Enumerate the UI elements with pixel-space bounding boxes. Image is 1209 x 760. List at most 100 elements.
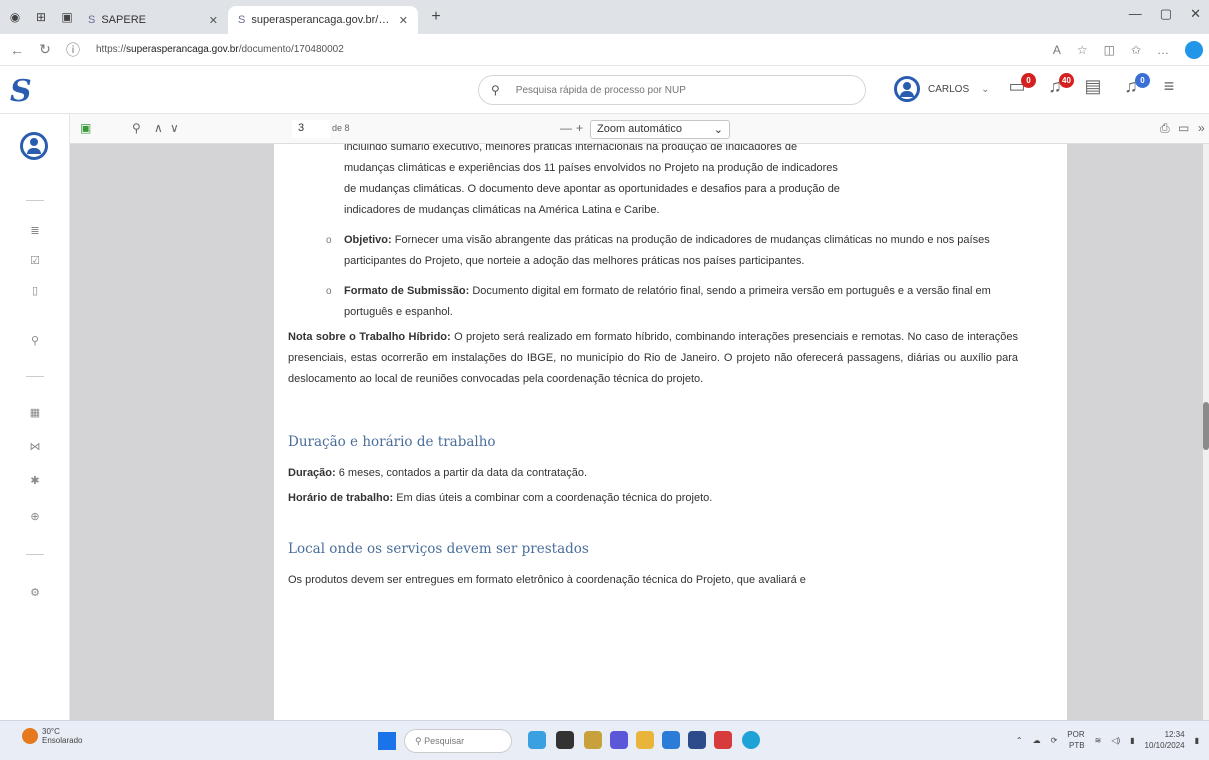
profile-icon[interactable]: ◉ xyxy=(4,6,26,28)
grid-icon[interactable]: ▦ xyxy=(28,406,42,420)
intro-line: de mudanças climáticas. O documento deve… xyxy=(344,183,840,195)
user-menu[interactable]: CARLOS ⌄ xyxy=(894,76,990,102)
workspaces-icon[interactable]: ⊞ xyxy=(30,6,52,28)
maximize-icon[interactable]: ▢ xyxy=(1160,6,1172,22)
battery-icon[interactable]: ▮ xyxy=(1130,736,1134,745)
list-icon[interactable]: ≣ xyxy=(28,224,42,238)
sync-icon[interactable]: ⟳ xyxy=(1051,736,1058,745)
tab-actions-icon[interactable]: ▣ xyxy=(56,6,78,28)
pdf-toolbar: ▣ ⚲ ∧ ∨ 3 de 8 — + Zoom automático ⌄ ⎙ ▭… xyxy=(70,114,1209,144)
messages-icon[interactable]: ♫ 0 xyxy=(1120,73,1150,102)
header-icons: ▭ 0 ♫ 40 ▤ ♫ 0 ≡ xyxy=(1006,73,1180,102)
file-explorer-icon[interactable] xyxy=(584,731,602,749)
intro-line: indicadores de mudanças climáticas na Am… xyxy=(344,204,660,216)
language-indicator[interactable]: POR PTB xyxy=(1067,729,1084,751)
print-icon[interactable]: ⎙ xyxy=(1160,121,1170,136)
search-icon[interactable]: ⚲ xyxy=(491,83,500,97)
notifications-icon[interactable]: ♫ 40 xyxy=(1044,73,1074,102)
info-icon[interactable]: ⊕ xyxy=(28,510,42,524)
taskbar-search[interactable]: ⚲ Pesquisar xyxy=(404,729,512,753)
menu-icon[interactable]: ≡ xyxy=(1158,76,1180,102)
wifi-icon[interactable]: ≋ xyxy=(1095,736,1102,745)
refresh-icon[interactable]: ↻ xyxy=(34,41,56,58)
search-icon[interactable]: ⚲ xyxy=(28,334,42,348)
widgets-icon[interactable] xyxy=(528,731,546,749)
chevron-up-icon[interactable]: ⌃ xyxy=(1016,736,1023,745)
next-page-icon[interactable]: ∨ xyxy=(170,121,179,135)
split-screen-icon[interactable]: ◫ xyxy=(1104,43,1115,57)
tab-sapere[interactable]: S SAPERE ✕ xyxy=(78,6,228,34)
sidebar-divider xyxy=(26,554,44,555)
copilot-icon[interactable] xyxy=(1185,41,1203,59)
section-heading-duration: Duração e horário de trabalho xyxy=(288,434,496,450)
close-window-icon[interactable]: ✕ xyxy=(1190,6,1201,22)
process-search-input[interactable] xyxy=(515,84,816,96)
back-icon[interactable]: ← xyxy=(6,42,28,58)
pdf-viewport[interactable]: incluindo sumário executivo, melhores pr… xyxy=(70,144,1203,720)
documents-icon[interactable]: ▤ xyxy=(1082,76,1104,102)
weather-desc: Ensolarado xyxy=(42,736,83,745)
star-icon[interactable]: ✱ xyxy=(28,474,42,488)
close-tab-icon[interactable]: ✕ xyxy=(209,14,218,27)
taskbar-search-label: Pesquisar xyxy=(424,736,465,746)
minimize-icon[interactable]: — xyxy=(1129,6,1142,22)
teams-icon[interactable] xyxy=(610,731,628,749)
format-label: Formato de Submissão: xyxy=(344,285,470,297)
processes-badge: 0 xyxy=(1021,73,1036,88)
tab-document[interactable]: S superasperancaga.gov.br/documen ✕ xyxy=(228,6,418,34)
close-tab-icon[interactable]: ✕ xyxy=(399,14,408,27)
weather-sun-icon xyxy=(22,728,38,744)
process-search-box[interactable]: ⚲ xyxy=(478,75,866,105)
note-label: Nota sobre o Trabalho Híbrido: xyxy=(288,331,451,343)
volume-icon[interactable]: ◁) xyxy=(1111,736,1120,745)
url-field[interactable]: https://superasperancaga.gov.br/document… xyxy=(96,44,344,55)
folder-icon[interactable] xyxy=(636,731,654,749)
office-icon[interactable] xyxy=(714,731,732,749)
weather-widget[interactable]: 30°C Ensolarado xyxy=(22,727,82,745)
outlook-icon[interactable] xyxy=(688,731,706,749)
more-icon[interactable]: … xyxy=(1157,43,1169,57)
scrollbar-thumb[interactable] xyxy=(1203,402,1209,450)
edge-icon[interactable] xyxy=(742,731,760,749)
taskbar: 30°C Ensolarado ⚲ Pesquisar ⌃ ☁ ⟳ POR PTB … xyxy=(0,720,1209,760)
folder-icon[interactable]: ▯ xyxy=(28,284,42,298)
sidebar-toggle-icon[interactable]: ▣ xyxy=(80,121,91,135)
duration-line: Duração: 6 meses, contados a partir da d… xyxy=(288,463,1018,484)
system-tray: ⌃ ☁ ⟳ POR PTB ≋ ◁) ▮ 12:34 10/10/2024 ▮ xyxy=(1016,729,1199,751)
previous-page-icon[interactable]: ∧ xyxy=(154,121,163,135)
user-name: CARLOS xyxy=(928,83,970,95)
favorite-icon[interactable]: ☆ xyxy=(1077,43,1088,57)
zoom-select[interactable]: Zoom automático ⌄ xyxy=(590,120,730,139)
site-info-icon[interactable]: ⓘ xyxy=(62,40,84,60)
save-icon[interactable]: ▭ xyxy=(1178,121,1189,135)
processes-icon[interactable]: ▭ 0 xyxy=(1006,73,1036,102)
new-tab-button[interactable]: + xyxy=(424,8,448,26)
task-view-icon[interactable] xyxy=(556,731,574,749)
gear-icon[interactable]: ⚙ xyxy=(28,586,42,600)
windows-start-icon[interactable] xyxy=(378,732,396,750)
notifications-icon[interactable]: ▮ xyxy=(1195,736,1199,745)
objective-label: Objetivo: xyxy=(344,234,392,246)
profile-avatar-icon[interactable] xyxy=(20,132,48,160)
clock[interactable]: 12:34 10/10/2024 xyxy=(1145,729,1185,751)
zoom-out-button[interactable]: — xyxy=(560,121,572,135)
onedrive-icon[interactable]: ☁ xyxy=(1033,736,1041,745)
checklist-icon[interactable]: ☑ xyxy=(28,254,42,268)
read-aloud-icon[interactable]: A xyxy=(1053,43,1061,57)
find-icon[interactable]: ⚲ xyxy=(132,121,141,135)
zoom-in-button[interactable]: + xyxy=(576,121,583,135)
store-icon[interactable] xyxy=(662,731,680,749)
favorites-bar-icon[interactable]: ✩ xyxy=(1131,43,1141,57)
weather-text: 30°C Ensolarado xyxy=(42,727,82,745)
lang-sub: PTB xyxy=(1069,741,1085,750)
page-number-input[interactable]: 3 xyxy=(292,120,330,138)
url-host: superasperancaga.gov.br xyxy=(126,44,239,55)
hybrid-work-note: Nota sobre o Trabalho Híbrido: O projeto… xyxy=(288,327,1018,390)
user-avatar-icon xyxy=(894,76,920,102)
tools-icon[interactable]: » xyxy=(1198,121,1205,135)
messages-badge: 0 xyxy=(1135,73,1150,88)
app-logo[interactable]: S xyxy=(10,74,38,109)
zoom-select-value: Zoom automático xyxy=(597,123,682,135)
deliverable-description: incluindo sumário executivo, melhores pr… xyxy=(288,144,1018,221)
settings-icon[interactable]: ⋈ xyxy=(28,440,42,454)
